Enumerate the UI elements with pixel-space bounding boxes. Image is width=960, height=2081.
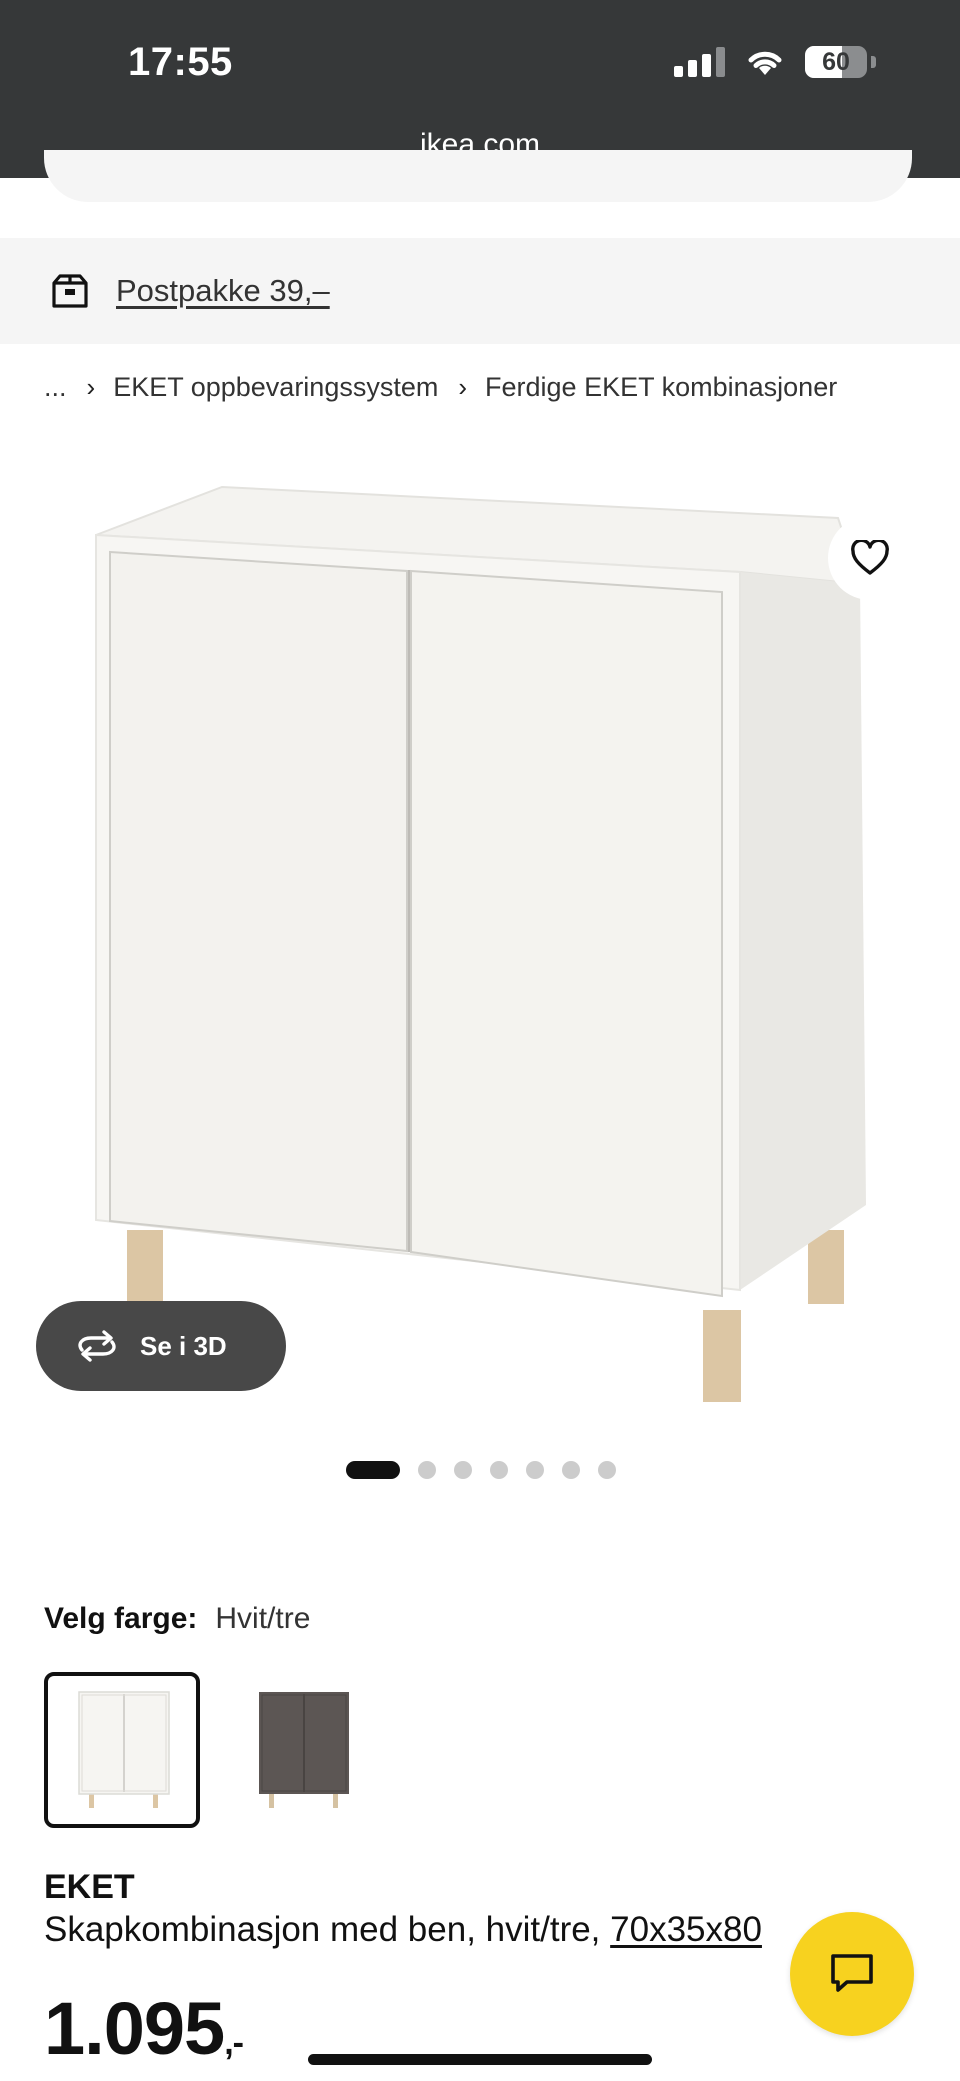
product-name: EKET [44, 1868, 135, 1906]
carousel-dot[interactable] [562, 1461, 580, 1479]
carousel-dot[interactable] [526, 1461, 544, 1479]
carousel-dot[interactable] [454, 1461, 472, 1479]
heart-icon [851, 540, 889, 575]
view-in-3d-label: Se i 3D [140, 1330, 227, 1361]
favorite-button[interactable] [828, 516, 912, 600]
breadcrumb-item[interactable]: Ferdige EKET kombinasjoner [485, 372, 837, 403]
product-price: 1.095,- [44, 1986, 244, 2071]
breadcrumb-separator-icon: › [86, 372, 96, 402]
status-icons: 60 [674, 46, 876, 78]
color-selected-value: Hvit/tre [215, 1602, 311, 1635]
home-indicator [308, 2054, 652, 2065]
breadcrumb: ... › EKET oppbevaringssystem › Ferdige … [44, 372, 837, 403]
price-suffix: ,- [224, 2024, 244, 2062]
chat-button[interactable] [790, 1912, 914, 2036]
delivery-banner: Postpakke 39,– [0, 238, 960, 344]
swatch-white-cabinet-image [78, 1691, 170, 1808]
swatch-dark-grey-cabinet-image [259, 1692, 349, 1808]
rotate-3d-icon [78, 1330, 116, 1362]
product-description: Skapkombinasjon med ben, hvit/tre, 70x35… [44, 1910, 762, 1950]
color-label: Velg farge: [44, 1602, 198, 1635]
status-time: 17:55 [128, 40, 233, 84]
view-in-3d-button[interactable]: Se i 3D [36, 1301, 286, 1391]
search-bar[interactable] [44, 150, 912, 202]
product-image[interactable] [0, 470, 960, 1430]
battery-percent: 60 [822, 47, 850, 76]
product-dimensions-link[interactable]: 70x35x80 [610, 1910, 762, 1949]
battery-nub [871, 56, 876, 68]
breadcrumb-item[interactable]: EKET oppbevaringssystem [113, 372, 438, 403]
battery-icon: 60 [805, 46, 867, 78]
price-main: 1.095 [44, 1987, 225, 2070]
breadcrumb-separator-icon: › [458, 372, 468, 402]
chat-bubble-icon [831, 1954, 873, 1992]
product-description-text: Skapkombinasjon med ben, hvit/tre, [44, 1910, 601, 1949]
color-swatch-dark-grey-wood[interactable] [224, 1672, 380, 1828]
color-picker-header: Velg farge: Hvit/tre [44, 1602, 310, 1636]
delivery-link[interactable]: Postpakke 39,– [116, 273, 330, 309]
color-swatch-white-wood[interactable] [44, 1672, 200, 1828]
wifi-icon [748, 51, 782, 75]
carousel-dot[interactable] [346, 1461, 400, 1479]
carousel-dot[interactable] [418, 1461, 436, 1479]
parcel-icon [52, 274, 88, 308]
color-swatches [44, 1672, 380, 1828]
carousel-indicator [346, 1461, 616, 1479]
carousel-dot[interactable] [598, 1461, 616, 1479]
breadcrumb-ellipsis[interactable]: ... [44, 372, 67, 403]
cellular-signal-icon [674, 47, 725, 77]
carousel-dot[interactable] [490, 1461, 508, 1479]
